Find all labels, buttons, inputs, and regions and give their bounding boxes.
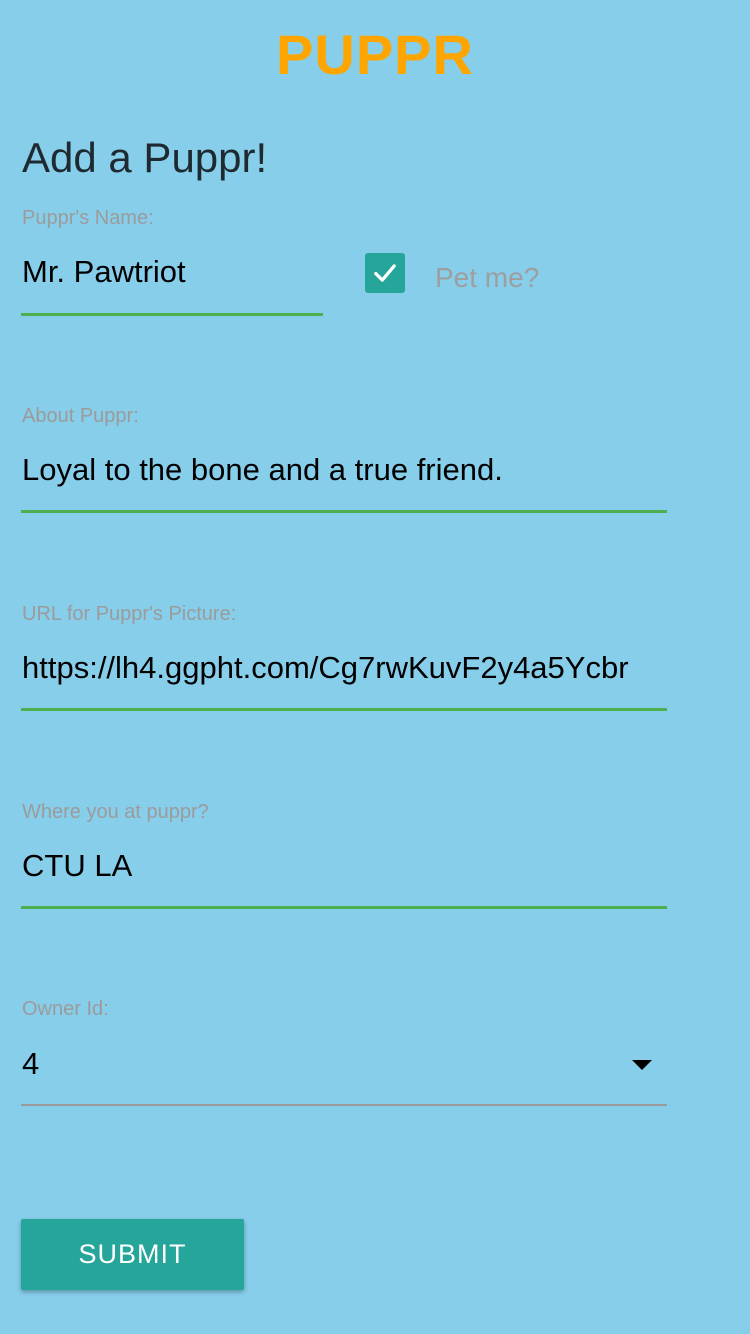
picture-url-input[interactable]: https://lh4.ggpht.com/Cg7rwKuvF2y4a5Ycbr — [22, 650, 668, 686]
location-input[interactable]: CTU LA — [22, 848, 668, 884]
submit-button[interactable]: SUBMIT — [21, 1219, 244, 1290]
name-input[interactable]: Mr. Pawtriot — [22, 254, 322, 290]
location-underline — [21, 906, 667, 909]
about-input[interactable]: Loyal to the bone and a true friend. — [22, 452, 668, 488]
picture-url-label: URL for Puppr's Picture: — [22, 603, 237, 625]
name-underline — [21, 313, 323, 316]
app-logo: PUPPR — [276, 23, 474, 86]
name-label: Puppr's Name: — [22, 207, 154, 229]
page-title: Add a Puppr! — [22, 134, 268, 181]
location-label: Where you at puppr? — [22, 801, 209, 823]
about-underline — [21, 510, 667, 513]
picture-url-underline — [21, 708, 667, 711]
chevron-down-icon[interactable] — [632, 1060, 652, 1070]
owner-id-underline — [21, 1104, 667, 1106]
check-icon — [374, 264, 396, 282]
pet-me-checkbox[interactable] — [365, 253, 405, 293]
owner-id-label: Owner Id: — [22, 998, 109, 1020]
pet-me-label: Pet me? — [435, 262, 540, 293]
about-label: About Puppr: — [22, 405, 139, 427]
owner-id-select[interactable]: 4 — [22, 1046, 582, 1082]
